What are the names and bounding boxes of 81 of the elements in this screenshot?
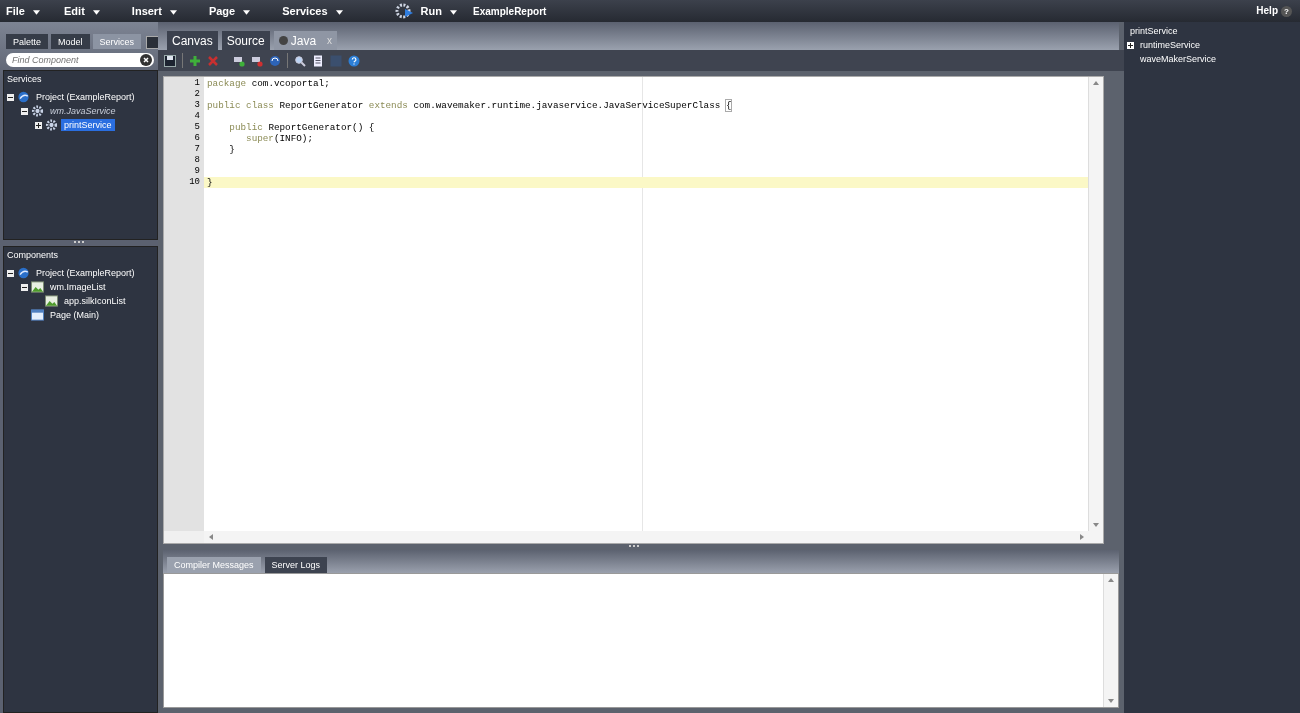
tree-item[interactable]: Project (ExampleReport): [33, 267, 138, 279]
scroll-up-icon[interactable]: [1093, 80, 1099, 86]
gears-icon: [394, 3, 415, 19]
tree-item[interactable]: app.silkIconList: [61, 295, 129, 307]
line-number: 8: [193, 155, 200, 166]
panel-tab[interactable]: Palette: [6, 34, 49, 49]
scroll-down-icon[interactable]: [1108, 698, 1114, 704]
clear-icon[interactable]: [140, 54, 152, 66]
tree-item[interactable]: wm.ImageList: [47, 281, 109, 293]
outline-item[interactable]: waveMakerService: [1140, 54, 1217, 64]
line-number: 10: [188, 177, 200, 188]
search-field[interactable]: Find Component: [6, 53, 154, 67]
caret-icon: [450, 9, 457, 15]
caret-icon: [92, 9, 100, 15]
help-icon[interactable]: [348, 54, 360, 67]
scroll-up-icon[interactable]: [1108, 577, 1114, 583]
scrollbar[interactable]: [1088, 77, 1103, 531]
code-line: package com.vcoportal;: [207, 78, 330, 89]
image-icon: [45, 295, 58, 307]
gear-icon: [45, 119, 58, 131]
tree-item[interactable]: printService: [61, 119, 115, 131]
menu-item[interactable]: File: [0, 5, 46, 17]
panel-title: Services: [7, 74, 43, 84]
tree-item[interactable]: Page (Main): [47, 309, 103, 321]
tree-item[interactable]: Project (ExampleReport): [33, 91, 138, 103]
scroll-down-icon[interactable]: [1093, 522, 1099, 528]
editor-tab[interactable]: Source: [221, 31, 270, 50]
line-number: 4: [193, 111, 200, 122]
menu-item[interactable]: Insert: [125, 5, 183, 17]
code-line: }: [207, 177, 213, 188]
grid-remove-icon[interactable]: [251, 54, 263, 67]
caret-icon: [243, 9, 251, 15]
menu-item[interactable]: Page: [202, 5, 257, 17]
globe-icon: [17, 267, 30, 279]
help-button[interactable]: Help ?: [1250, 5, 1298, 17]
caret-icon: [335, 9, 343, 15]
globe-icon: [17, 91, 30, 103]
collapse-icon[interactable]: [21, 107, 28, 115]
line-number: 3: [193, 100, 200, 111]
line-number: 1: [193, 78, 200, 89]
refresh-icon[interactable]: [269, 54, 281, 67]
editor-tab[interactable]: Canvas: [167, 31, 218, 50]
code-editor[interactable]: 1 2 3 4 5 6 7 8 9 10 package com.vcoportal; public class ReportGenerator extends com.wavemaker.runtime.javaservice.JavaServiceSuperClass { public ReportGenerator() { super(INFO); } }: [163, 76, 1104, 544]
save-icon[interactable]: [164, 54, 176, 67]
run-button[interactable]: Run: [414, 5, 463, 17]
code-line: public ReportGenerator() {: [228, 122, 375, 133]
scrollbar[interactable]: [204, 531, 1103, 543]
outline-item[interactable]: runtimeService: [1140, 40, 1201, 50]
expand-icon[interactable]: [35, 121, 42, 129]
code-line: super(INFO);: [245, 133, 313, 144]
line-number: 2: [193, 89, 200, 100]
gear-icon: [31, 105, 44, 117]
panel-tab[interactable]: Model: [51, 34, 90, 49]
tree-item[interactable]: wm.JavaService: [47, 105, 119, 117]
line-number: 5: [193, 122, 200, 133]
caret-icon: [33, 9, 40, 15]
console-tab[interactable]: Server Logs: [264, 557, 328, 573]
panel-title: Components: [7, 250, 60, 260]
expand-icon[interactable]: [1127, 41, 1134, 49]
collapse-icon[interactable]: [21, 283, 28, 291]
image-icon: [31, 281, 44, 293]
document-icon[interactable]: [312, 54, 324, 67]
plus-icon[interactable]: [189, 54, 201, 67]
page-icon: [31, 309, 44, 321]
line-number: 7: [193, 144, 200, 155]
scroll-left-icon[interactable]: [208, 534, 214, 540]
menu-item[interactable]: Edit: [58, 5, 106, 17]
project-title: ExampleReport: [473, 5, 547, 17]
caret-icon: [169, 9, 177, 15]
code-line: }: [228, 144, 235, 155]
collapse-icon[interactable]: [7, 269, 14, 277]
grid-add-icon[interactable]: [233, 54, 245, 67]
outline-item[interactable]: printService: [1130, 26, 1178, 36]
scroll-right-icon[interactable]: [1079, 534, 1085, 540]
search-icon[interactable]: [294, 54, 306, 67]
line-number: 9: [193, 166, 200, 177]
menu-item[interactable]: Services: [276, 5, 349, 17]
code-line: public class ReportGenerator extends com.wavemaker.runtime.javaservice.JavaServiceSuperClass {: [207, 100, 732, 111]
collapse-icon[interactable]: [7, 93, 14, 101]
line-number: 6: [193, 133, 200, 144]
scrollbar[interactable]: [1103, 574, 1118, 707]
